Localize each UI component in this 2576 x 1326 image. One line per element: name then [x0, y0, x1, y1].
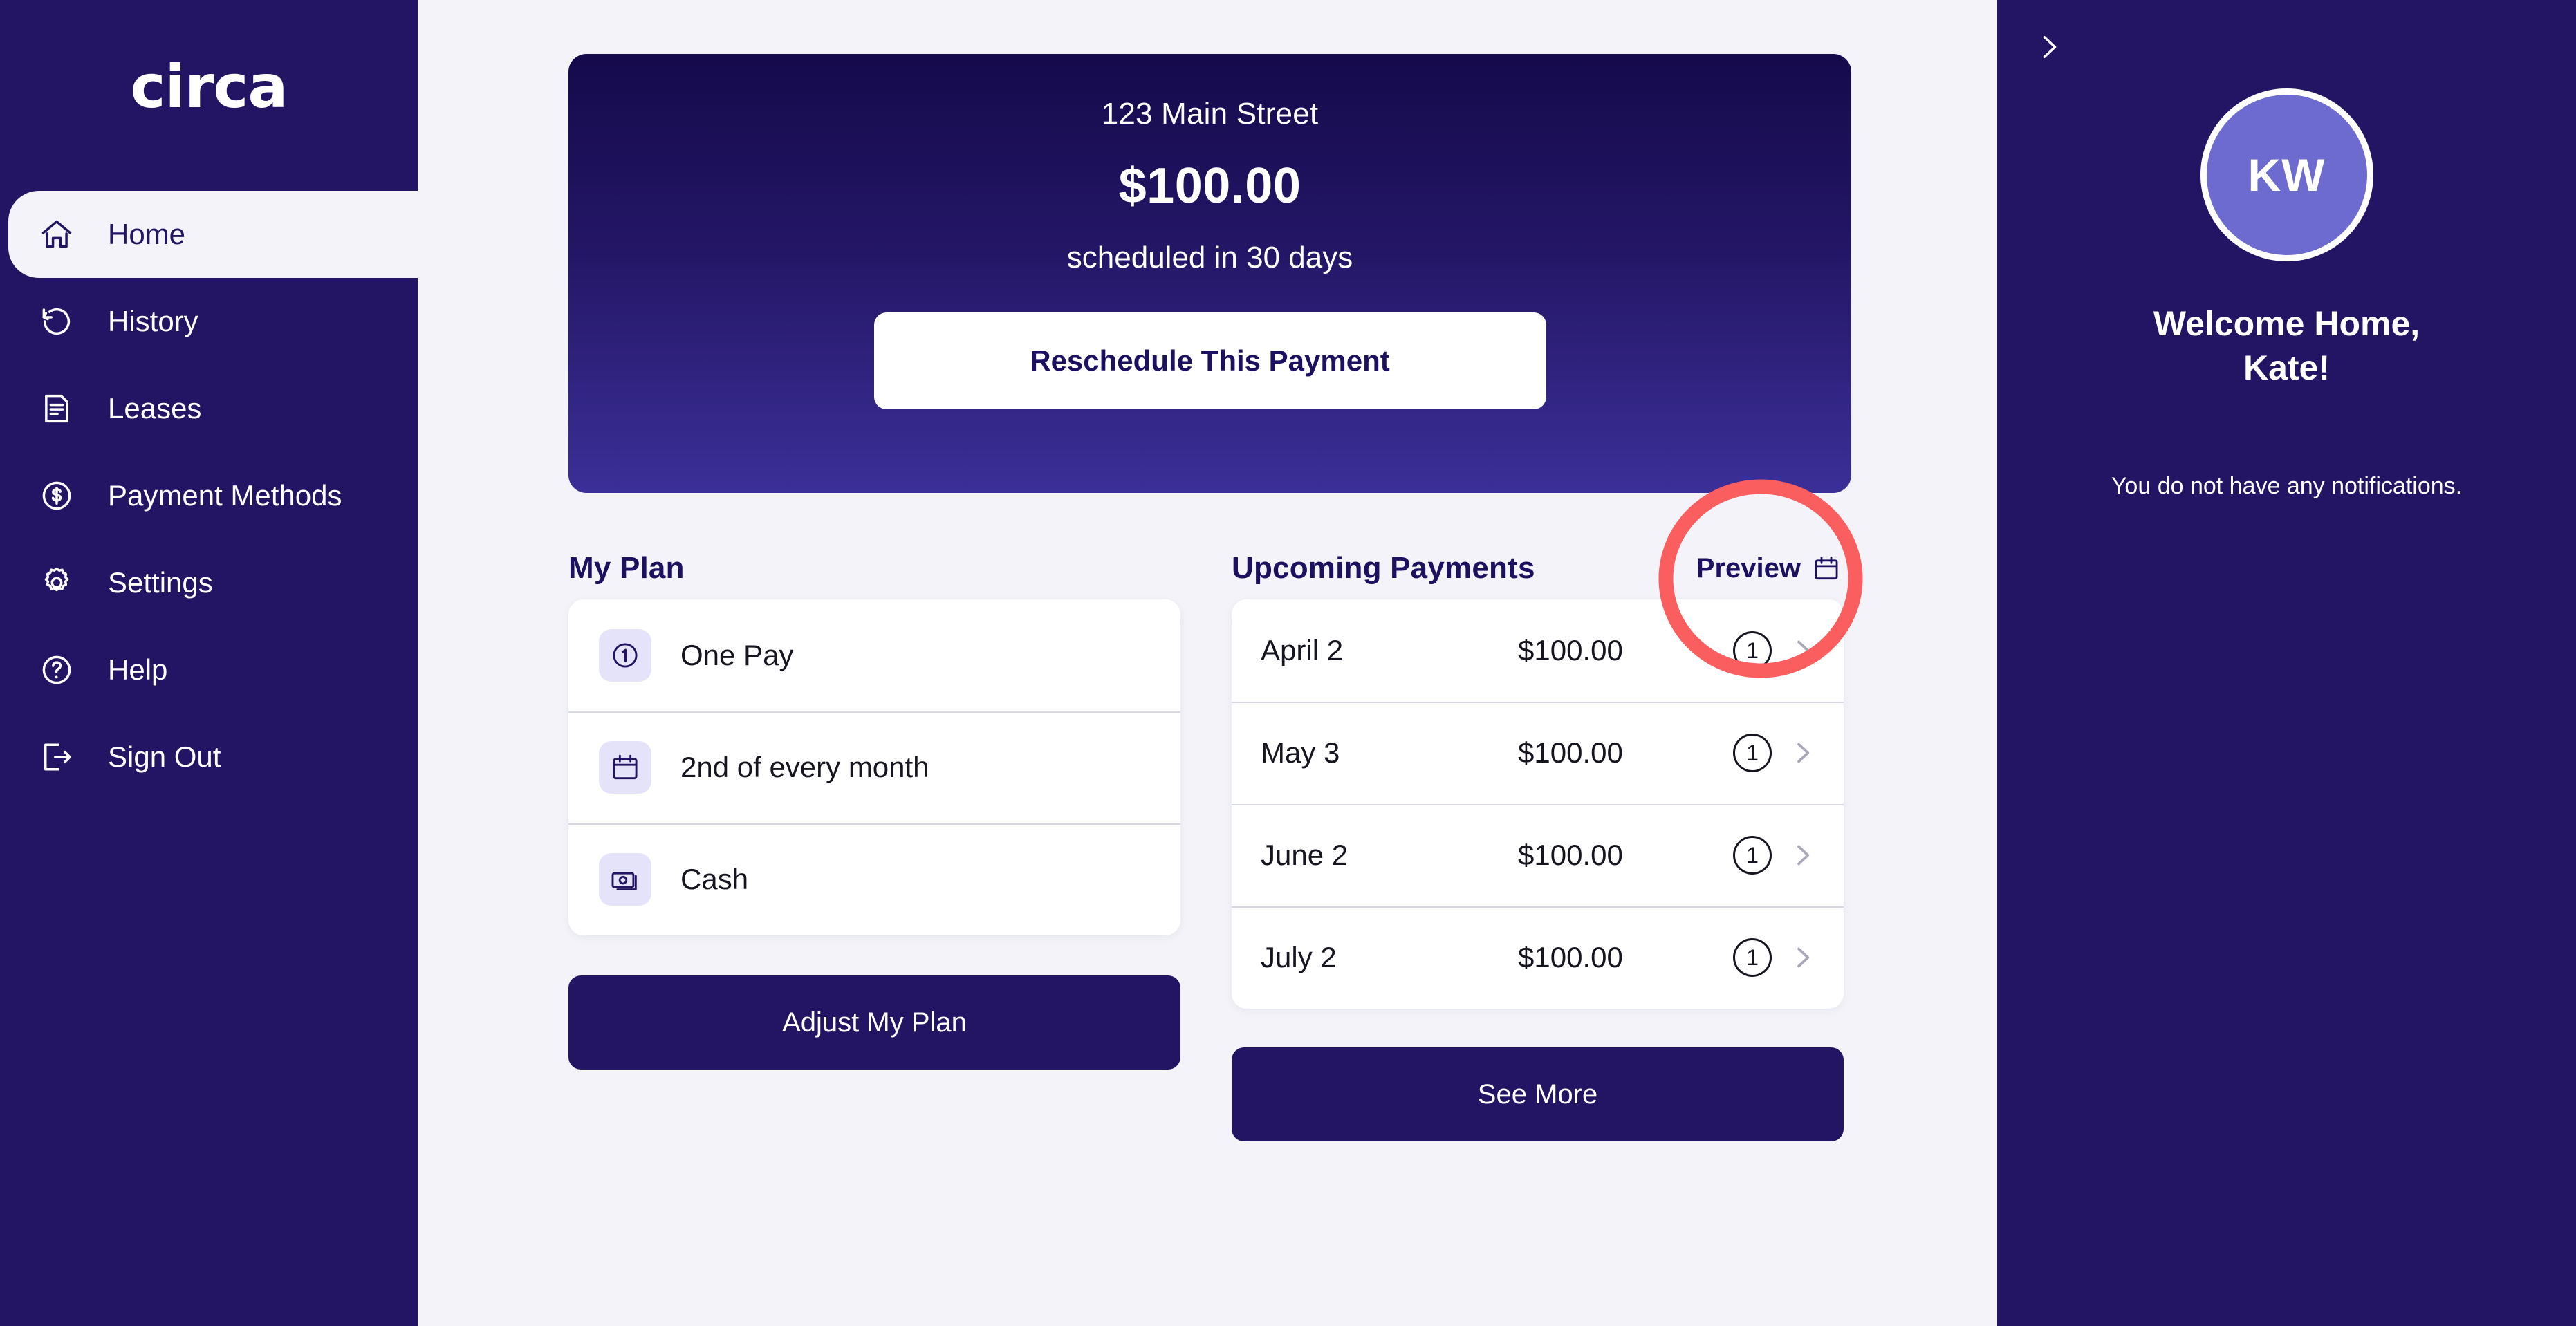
payment-date: June 2	[1261, 839, 1349, 871]
chevron-right-icon[interactable]	[1772, 944, 1816, 971]
payment-date: May 3	[1261, 736, 1340, 769]
question-circle-icon	[37, 651, 76, 689]
payment-count-badge: 1	[1733, 734, 1772, 772]
notifications-panel: KW Welcome Home, Kate! You do not have a…	[1997, 0, 2576, 1326]
payment-schedule-text: scheduled in 30 days	[1066, 241, 1353, 274]
list-item[interactable]: One Pay	[568, 599, 1180, 711]
sidebar-item-settings[interactable]: Settings	[0, 539, 418, 626]
section-title: Upcoming Payments	[1232, 551, 1535, 585]
table-row[interactable]: July 2 $100.00 1	[1232, 906, 1844, 1009]
sidebar-item-label: Home	[108, 218, 186, 250]
upcoming-payments-card: April 2 $100.00 1 May 3 $100.00 1 June 2…	[1232, 599, 1844, 1009]
payment-date: April 2	[1261, 634, 1344, 666]
chevron-right-icon[interactable]	[1772, 841, 1816, 869]
next-payment-hero-card: 123 Main Street $100.00 scheduled in 30 …	[568, 54, 1851, 493]
calendar-icon	[599, 741, 651, 794]
sidebar-item-leases[interactable]: Leases	[0, 365, 418, 452]
sidebar-item-history[interactable]: History	[0, 278, 418, 365]
my-plan-section: My Plan One Pay 2nd of every month Cash …	[568, 537, 1180, 1141]
document-icon	[37, 389, 76, 428]
sidebar-item-home[interactable]: Home	[0, 191, 436, 278]
welcome-line-1: Welcome Home,	[2153, 304, 2420, 343]
payment-count-badge: 1	[1733, 631, 1772, 670]
payment-amount: $100.00	[1118, 158, 1301, 214]
payment-amount: $100.00	[1518, 736, 1623, 769]
payment-date: July 2	[1261, 941, 1337, 973]
notifications-empty-text: You do not have any notifications.	[2111, 473, 2463, 499]
my-plan-card: One Pay 2nd of every month Cash	[568, 599, 1180, 935]
list-item-label: 2nd of every month	[680, 751, 929, 783]
see-more-button[interactable]: See More	[1232, 1047, 1844, 1141]
payment-amount: $100.00	[1518, 634, 1623, 666]
sidebar-item-help[interactable]: Help	[0, 626, 418, 713]
app-root: circa Home History Leases Payment Method…	[0, 0, 2576, 1326]
avatar[interactable]: KW	[2200, 88, 2373, 261]
number-one-circle-icon	[599, 629, 651, 682]
sidebar-nav: Home History Leases Payment Methods Sett…	[0, 174, 436, 801]
list-item-label: Cash	[680, 863, 749, 895]
reschedule-payment-button[interactable]: Reschedule This Payment	[873, 312, 1546, 409]
payment-count-badge: 1	[1733, 836, 1772, 875]
brand-logo-text: circa	[130, 53, 288, 122]
chevron-right-icon[interactable]	[1772, 637, 1816, 664]
brand-logo: circa	[0, 0, 418, 174]
sidebar-item-payment-methods[interactable]: Payment Methods	[0, 452, 418, 539]
sidebar-item-label: Payment Methods	[108, 479, 342, 512]
list-item-label: One Pay	[680, 639, 794, 671]
sidebar-item-label: Leases	[108, 392, 202, 424]
sidebar-item-label: Help	[108, 653, 168, 686]
list-item[interactable]: Cash	[568, 823, 1180, 935]
property-address: 123 Main Street	[1101, 97, 1319, 131]
history-icon	[37, 302, 76, 341]
upcoming-payments-section: Upcoming Payments Preview April 2 $100.0…	[1232, 537, 1844, 1141]
logout-icon	[37, 738, 76, 776]
table-row[interactable]: May 3 $100.00 1	[1232, 702, 1844, 804]
sidebar: circa Home History Leases Payment Method…	[0, 0, 436, 1326]
preview-button[interactable]: Preview	[1694, 549, 1844, 588]
chevron-right-icon[interactable]	[1772, 739, 1816, 767]
upcoming-payments-header: Upcoming Payments Preview	[1232, 537, 1844, 599]
my-plan-header: My Plan	[568, 537, 1180, 599]
cash-icon	[599, 853, 651, 906]
section-title: My Plan	[568, 551, 685, 585]
avatar-wrapper: KW	[1997, 88, 2576, 261]
collapse-panel-button[interactable]	[2021, 19, 2076, 75]
adjust-my-plan-button[interactable]: Adjust My Plan	[568, 975, 1180, 1070]
table-row[interactable]: June 2 $100.00 1	[1232, 804, 1844, 906]
gear-icon	[37, 563, 76, 602]
sidebar-item-label: Sign Out	[108, 740, 221, 773]
payment-amount: $100.00	[1518, 839, 1623, 871]
welcome-message: Welcome Home, Kate!	[1997, 301, 2576, 390]
preview-label: Preview	[1696, 552, 1801, 583]
calendar-icon	[1812, 554, 1841, 583]
welcome-line-2: Kate!	[2243, 348, 2331, 387]
chevron-right-icon	[2032, 31, 2064, 63]
payment-amount: $100.00	[1518, 941, 1623, 973]
sidebar-item-label: History	[108, 305, 198, 337]
sidebar-item-sign-out[interactable]: Sign Out	[0, 713, 418, 801]
sidebar-item-label: Settings	[108, 566, 213, 599]
dollar-circle-icon	[37, 476, 76, 515]
table-row[interactable]: April 2 $100.00 1	[1232, 599, 1844, 702]
payment-count-badge: 1	[1733, 938, 1772, 977]
list-item[interactable]: 2nd of every month	[568, 711, 1180, 823]
home-icon	[37, 215, 76, 254]
